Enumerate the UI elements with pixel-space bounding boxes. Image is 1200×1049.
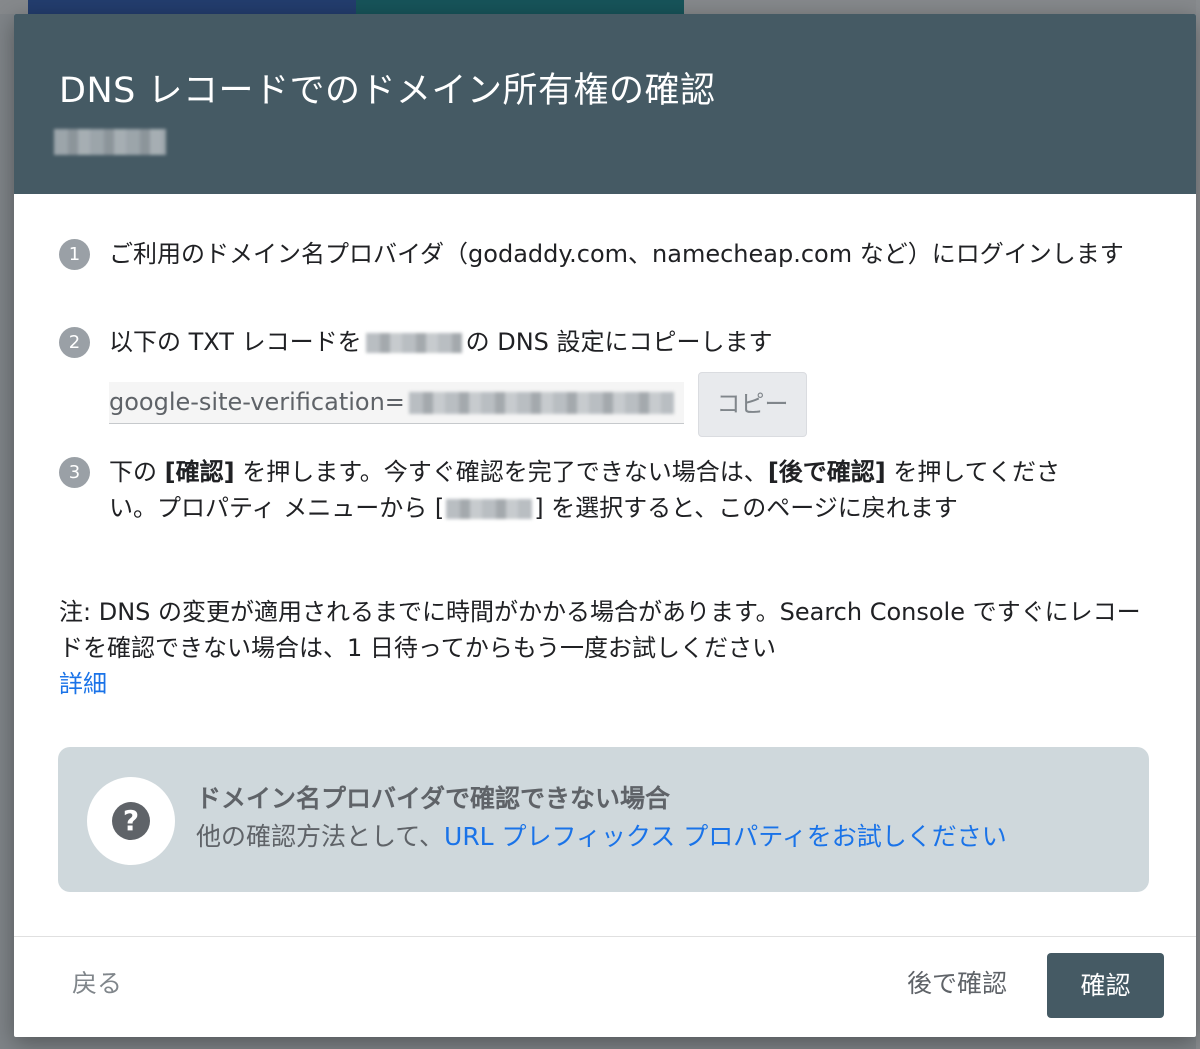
step-number: 2 bbox=[59, 327, 90, 358]
help-circle: ? bbox=[87, 777, 175, 865]
step-number: 1 bbox=[59, 239, 90, 270]
step-3: 3 下の [確認] を押します。今すぐ確認を完了できない場合は、[後で確認] を… bbox=[59, 454, 1154, 526]
dialog-title: DNS レコードでのドメイン所有権の確認 bbox=[59, 71, 716, 111]
dns-note: 注: DNS の変更が適用されるまでに時間がかかる場合があります。Search … bbox=[59, 598, 1141, 662]
step-number: 3 bbox=[59, 457, 90, 488]
learn-more-link[interactable]: 詳細 bbox=[59, 666, 107, 702]
dialog-header: DNS レコードでのドメイン所有権の確認 bbox=[14, 14, 1196, 194]
background-tab-teal bbox=[356, 0, 684, 14]
step-text: 下の [確認] を押します。今すぐ確認を完了できない場合は、[後で確認] を押し… bbox=[109, 458, 1060, 522]
redacted-domain bbox=[365, 333, 462, 353]
dns-verification-dialog: DNS レコードでのドメイン所有権の確認 1 ご利用のドメイン名プロバイダ（go… bbox=[14, 14, 1196, 1037]
txt-record-field[interactable]: google-site-verification= bbox=[109, 382, 684, 424]
info-description: 他の確認方法として、URL プレフィックス プロパティをお試しください bbox=[196, 822, 1007, 851]
redacted-domain bbox=[54, 129, 166, 155]
back-button[interactable]: 戻る bbox=[72, 964, 122, 1000]
copy-button[interactable]: コピー bbox=[698, 372, 807, 437]
background-tab-blue bbox=[28, 0, 356, 14]
url-prefix-link[interactable]: URL プレフィックス プロパティをお試しください bbox=[444, 822, 1007, 851]
background-edge bbox=[1196, 0, 1200, 1049]
help-icon: ? bbox=[112, 802, 150, 840]
step-1: 1 ご利用のドメイン名プロバイダ（godaddy.com、namecheap.c… bbox=[59, 236, 1154, 272]
redacted-domain bbox=[446, 499, 533, 519]
verify-button[interactable]: 確認 bbox=[1047, 953, 1164, 1018]
footer-divider bbox=[14, 936, 1196, 937]
alternative-method-box: ? ドメイン名プロバイダで確認できない場合 他の確認方法として、URL プレフィ… bbox=[58, 747, 1149, 892]
step-text: ご利用のドメイン名プロバイダ（godaddy.com、namecheap.com… bbox=[109, 240, 1124, 268]
step-text: 以下の TXT レコードをの DNS 設定にコピーします bbox=[109, 328, 773, 356]
verify-later-button[interactable]: 後で確認 bbox=[907, 964, 1007, 1000]
txt-record-row: google-site-verification= コピー bbox=[109, 372, 869, 440]
step-2: 2 以下の TXT レコードをの DNS 設定にコピーします bbox=[59, 324, 1154, 360]
redacted-token bbox=[408, 392, 674, 414]
info-title: ドメイン名プロバイダで確認できない場合 bbox=[196, 784, 671, 813]
